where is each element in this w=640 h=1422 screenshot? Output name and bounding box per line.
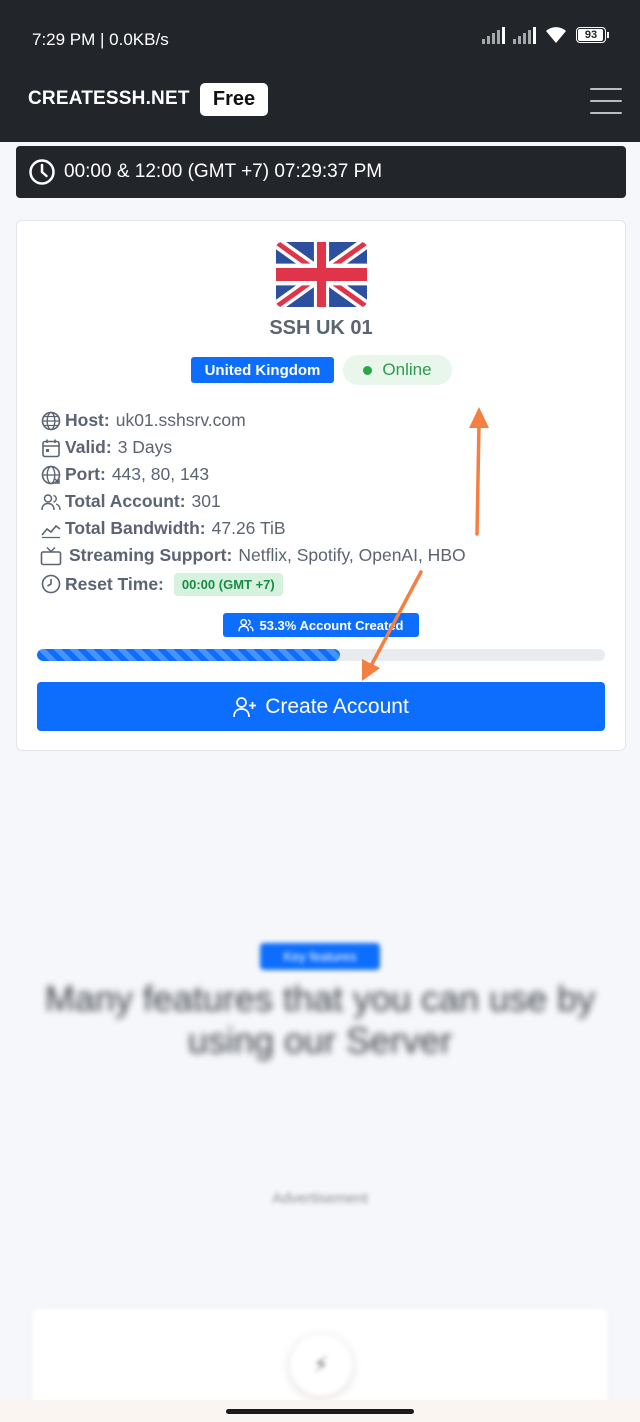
info-label: Port: xyxy=(65,464,106,484)
clock-bar: 00:00 & 12:00 (GMT +7) 07:29:37 PM xyxy=(16,146,626,198)
clock-icon xyxy=(29,159,55,185)
menu-icon[interactable] xyxy=(590,88,622,114)
status-bar: 7:29 PM | 0.0KB/s 93 xyxy=(0,0,640,80)
reset-time-badge: 00:00 (GMT +7) xyxy=(173,572,283,596)
info-row-bandwidth: Total Bandwidth: 47.26 TiB xyxy=(39,515,619,542)
info-value: 3 Days xyxy=(117,437,173,457)
accounts-created-text: 53.3% Account Created xyxy=(259,617,404,633)
advertisement-label: Advertisement xyxy=(272,1190,368,1207)
status-icons: 93 xyxy=(482,26,609,44)
info-label: Valid: xyxy=(65,437,112,457)
info-row-total-account: Total Account: 301 xyxy=(39,488,619,515)
feature-icon: ⚡ xyxy=(290,1334,352,1396)
server-title: SSH UK 01 xyxy=(269,317,373,339)
globe-icon xyxy=(39,410,63,432)
signal-icon xyxy=(482,26,505,44)
network-globe-icon xyxy=(39,464,63,486)
brand-logo[interactable]: CREATESSH.NET xyxy=(28,88,190,110)
tv-icon xyxy=(39,545,63,567)
clock-text: 00:00 & 12:00 (GMT +7) 07:29:37 PM xyxy=(64,161,383,182)
graph-icon xyxy=(39,518,63,540)
status-badge: Online xyxy=(343,355,452,385)
uk-flag-icon xyxy=(276,242,367,307)
top-navbar: 7:29 PM | 0.0KB/s 93 CREATESSH.NET Free xyxy=(0,0,640,142)
battery-icon: 93 xyxy=(576,27,609,43)
status-text: Online xyxy=(382,360,432,379)
home-indicator[interactable] xyxy=(226,1409,414,1414)
info-row-valid: Valid: 3 Days xyxy=(39,434,619,461)
user-plus-icon xyxy=(233,696,257,717)
battery-level: 93 xyxy=(584,29,598,41)
features-heading: Many features that you can use by using … xyxy=(44,978,596,1061)
info-label: Total Account: xyxy=(65,491,186,511)
info-row-reset-time: Reset Time: 00:00 (GMT +7) xyxy=(39,569,619,599)
status-time: 7:29 PM | 0.0KB/s xyxy=(32,30,169,49)
info-label: Host: xyxy=(65,410,110,430)
wifi-icon xyxy=(546,27,566,43)
online-dot-icon xyxy=(363,365,373,375)
users-icon xyxy=(238,618,255,632)
info-label: Streaming Support: xyxy=(69,545,233,565)
users-icon xyxy=(39,491,63,513)
account-progress-bar xyxy=(37,649,605,661)
info-label: Total Bandwidth: xyxy=(65,518,206,538)
calendar-icon xyxy=(39,437,63,459)
clock-icon xyxy=(39,573,63,595)
info-row-streaming: Streaming Support: Netflix, Spotify, Ope… xyxy=(39,542,619,569)
info-label: Reset Time: xyxy=(65,573,164,594)
free-badge: Free xyxy=(200,83,268,116)
create-account-button[interactable]: Create Account xyxy=(37,682,605,731)
create-account-label: Create Account xyxy=(265,694,409,718)
signal-icon-2 xyxy=(513,26,536,44)
key-features-badge: Key features xyxy=(260,943,380,970)
features-section: Key features Many features that you can … xyxy=(0,760,640,1418)
info-value: 443, 80, 143 xyxy=(111,464,210,484)
country-badge: United Kingdom xyxy=(191,357,334,383)
account-progress-fill xyxy=(37,649,340,661)
info-value: uk01.sshsrv.com xyxy=(115,410,246,430)
accounts-created-badge: 53.3% Account Created xyxy=(223,613,419,637)
server-info-list: Host: uk01.sshsrv.com Valid: 3 Days Port… xyxy=(39,407,619,599)
info-value: 47.26 TiB xyxy=(211,518,286,538)
info-row-port: Port: 443, 80, 143 xyxy=(39,461,619,488)
info-value: 301 xyxy=(191,491,221,511)
info-row-host: Host: uk01.sshsrv.com xyxy=(39,407,619,434)
info-value: Netflix, Spotify, OpenAI, HBO xyxy=(238,545,466,565)
server-card: SSH UK 01 United Kingdom Online Host: uk… xyxy=(16,220,626,751)
